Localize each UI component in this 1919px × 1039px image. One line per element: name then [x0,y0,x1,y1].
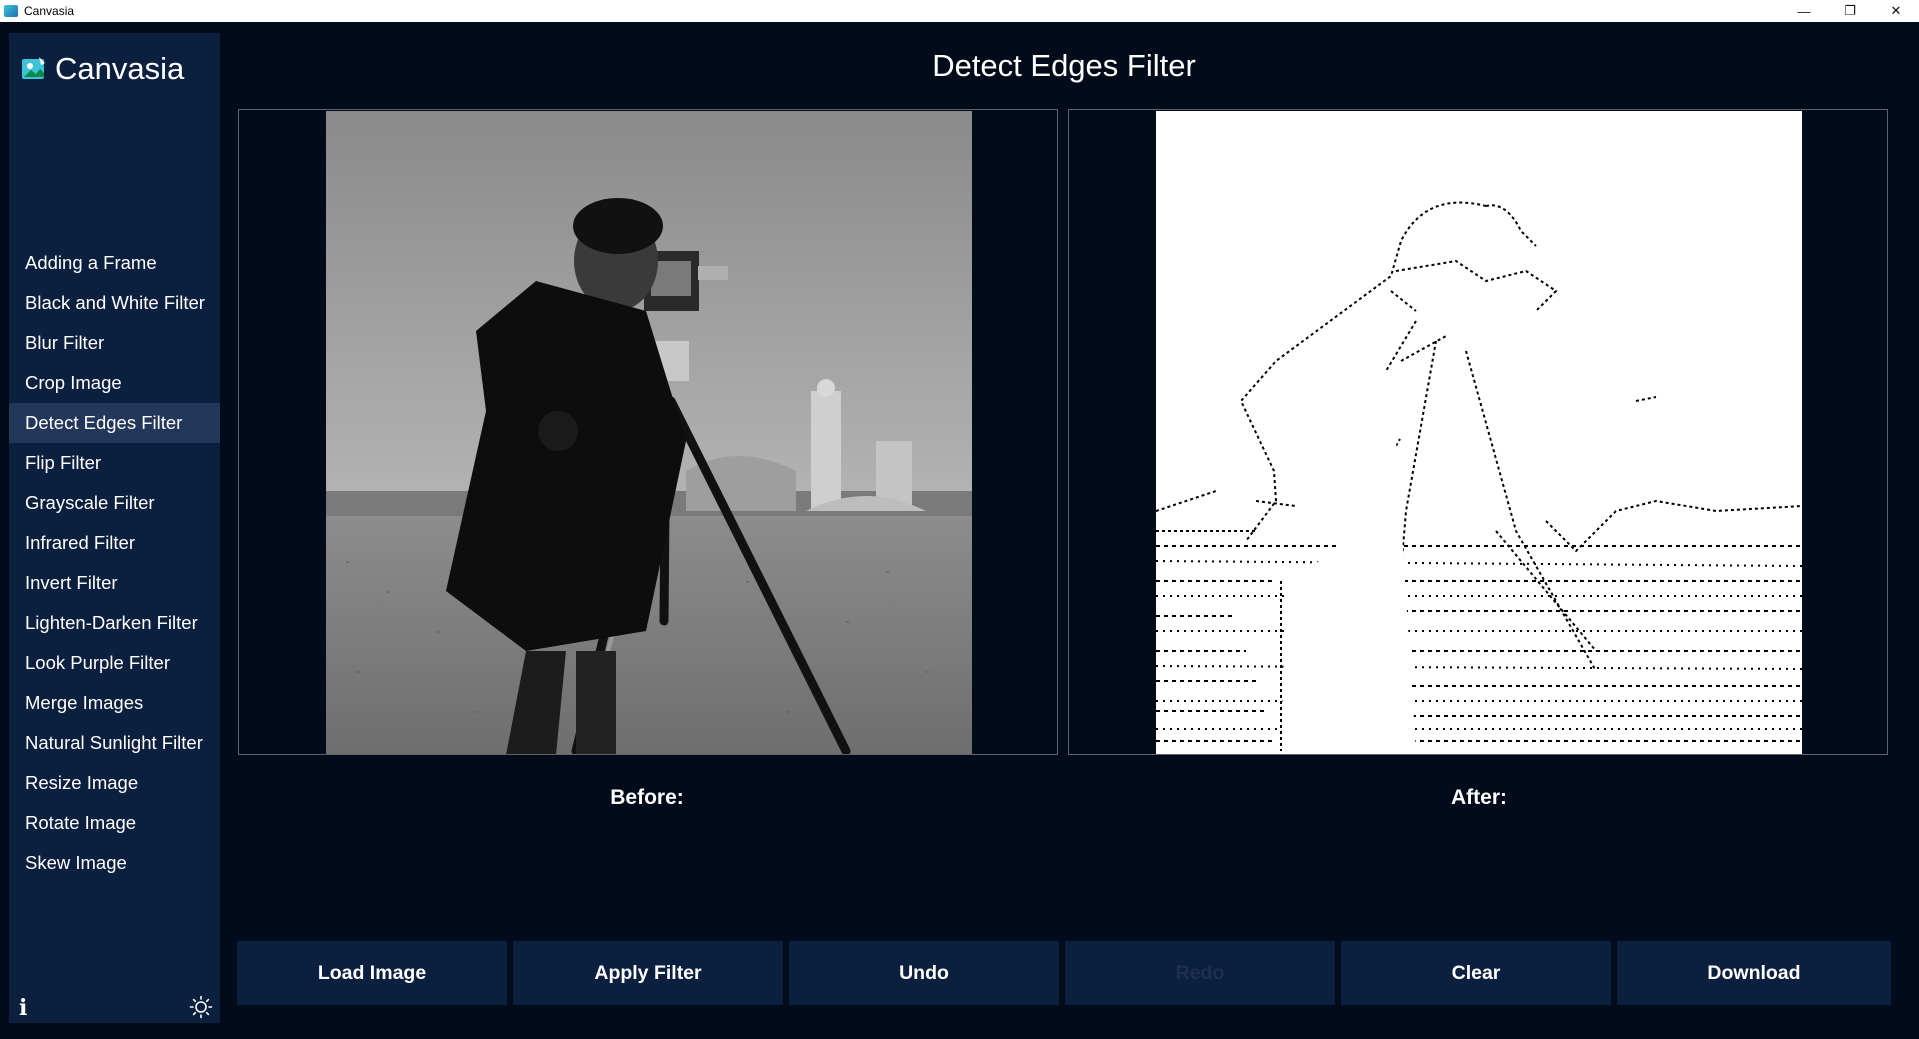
before-label: Before: [610,786,684,809]
logo-icon [22,57,45,79]
page-title: Detect Edges Filter [932,48,1196,83]
sidebar-nav: Adding a Frame Black and White Filter Bl… [9,243,220,883]
sidebar-item-natural-sunlight-filter[interactable]: Natural Sunlight Filter [9,723,220,763]
window-titlebar: Canvasia — ❐ ✕ [0,0,1919,22]
load-image-button[interactable]: Load Image [237,941,507,1005]
sidebar-item-skew-image[interactable]: Skew Image [9,843,220,883]
clear-button[interactable]: Clear [1341,941,1611,1005]
close-button[interactable]: ✕ [1873,0,1919,22]
sidebar-item-merge-images[interactable]: Merge Images [9,683,220,723]
after-label: After: [1451,786,1507,809]
app-icon [4,5,18,17]
window-controls: — ❐ ✕ [1781,0,1919,22]
sidebar-item-grayscale-filter[interactable]: Grayscale Filter [9,483,220,523]
logo: Canvasia [21,51,184,87]
undo-button[interactable]: Undo [789,941,1059,1005]
sidebar-item-adding-a-frame[interactable]: Adding a Frame [9,243,220,283]
sidebar-item-flip-filter[interactable]: Flip Filter [9,443,220,483]
sidebar-item-black-and-white-filter[interactable]: Black and White Filter [9,283,220,323]
logo-text: Canvasia [55,51,185,86]
sidebar-item-look-purple-filter[interactable]: Look Purple Filter [9,643,220,683]
after-image [1156,111,1802,754]
sidebar-item-infrared-filter[interactable]: Infrared Filter [9,523,220,563]
window-title: Canvasia [24,4,75,18]
before-image-panel [238,109,1058,755]
sun-icon[interactable] [189,995,213,1019]
sidebar-item-rotate-image[interactable]: Rotate Image [9,803,220,843]
sidebar-item-detect-edges-filter[interactable]: Detect Edges Filter [9,403,220,443]
sidebar-item-crop-image[interactable]: Crop Image [9,363,220,403]
restore-button[interactable]: ❐ [1827,0,1873,22]
sidebar-item-invert-filter[interactable]: Invert Filter [9,563,220,603]
download-button[interactable]: Download [1617,941,1891,1005]
after-image-panel [1068,109,1888,755]
sidebar: Canvasia Adding a Frame Black and White … [9,33,220,1023]
before-image [326,111,972,754]
redo-button[interactable]: Redo [1065,941,1335,1005]
action-toolbar: Load Image Apply Filter Undo Redo Clear … [237,941,1891,1005]
minimize-button[interactable]: — [1781,0,1827,22]
apply-filter-button[interactable]: Apply Filter [513,941,783,1005]
sidebar-item-blur-filter[interactable]: Blur Filter [9,323,220,363]
info-icon[interactable]: i [19,995,27,1021]
sidebar-item-resize-image[interactable]: Resize Image [9,763,220,803]
sidebar-item-lighten-darken-filter[interactable]: Lighten-Darken Filter [9,603,220,643]
